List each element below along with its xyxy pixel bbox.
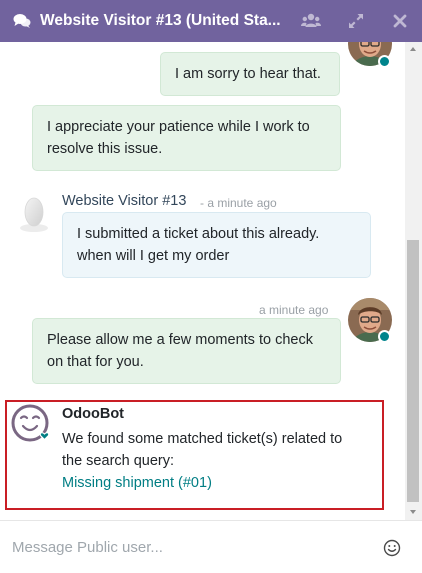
message-bubble: Please allow me a few moments to check o… [32,318,341,384]
comments-icon [13,13,31,29]
expand-icon[interactable] [345,10,367,32]
visitor-avatar [18,195,50,233]
message-time: - a minute ago [200,196,277,210]
chat-window: Website Visitor #13 (United Sta... I am … [0,0,422,573]
message-text: I am sorry to hear that. [175,66,321,82]
message-thread[interactable]: I am sorry to hear that. I appreciate yo… [0,42,405,520]
message-bubble: I submitted a ticket about this already.… [62,212,371,278]
scrollbar-thumb[interactable] [407,240,419,502]
scroll-up-icon[interactable] [410,47,416,51]
message-text: Please allow me a few moments to check o… [47,332,313,370]
scroll-down-icon[interactable] [410,510,416,514]
chat-title: Website Visitor #13 (United Sta... [40,12,281,29]
message-text: I appreciate your patience while I work … [47,119,310,157]
thread-scrollbar[interactable] [405,42,422,520]
chat-window-header[interactable]: Website Visitor #13 (United Sta... [0,0,422,42]
message-time: a minute ago [259,303,329,317]
message-composer [0,520,422,573]
users-icon[interactable] [300,10,322,32]
highlight-box [5,400,384,510]
message-author: Website Visitor #13 [62,193,187,209]
smile-icon[interactable] [383,539,401,557]
close-icon[interactable] [389,10,411,32]
message-input[interactable] [12,535,362,559]
message-bubble: I appreciate your patience while I work … [32,105,341,171]
online-status-icon [378,55,391,68]
message-text: I submitted a ticket about this already.… [77,226,320,264]
message-bubble: I am sorry to hear that. [160,52,340,96]
online-status-icon [378,330,391,343]
